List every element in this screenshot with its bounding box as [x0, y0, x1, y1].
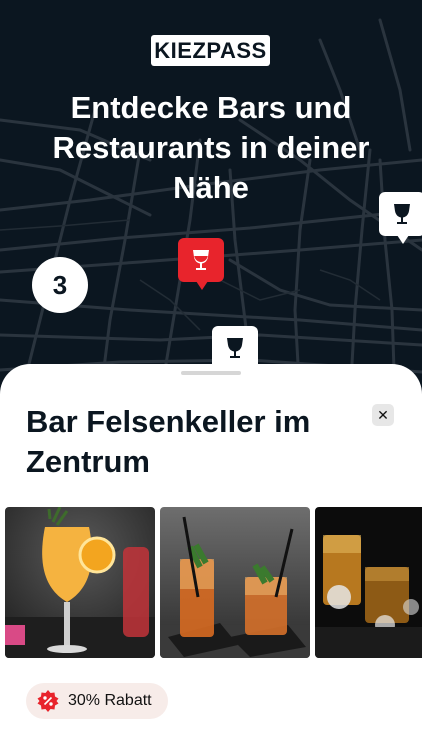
map-cluster[interactable]: 3 [32, 257, 88, 313]
orange-cocktail-photo[interactable] [5, 507, 155, 658]
venue-bottom-sheet[interactable]: Bar Felsenkeller im Zentrum ✕ 30% Rabatt [0, 364, 422, 750]
map-pin-selected[interactable] [178, 238, 224, 290]
discount-badge: 30% Rabatt [26, 683, 168, 719]
close-icon[interactable]: ✕ [372, 404, 394, 426]
discount-label: 30% Rabatt [68, 692, 152, 709]
wine-glass-icon [227, 338, 243, 358]
headline: Entdecke Bars und Restaurants in deiner … [52, 90, 370, 205]
wine-glass-icon [394, 204, 410, 224]
whiskey-glasses-photo[interactable] [315, 507, 422, 658]
discount-badge-icon [37, 690, 59, 712]
map[interactable]: KIEZPASS Entdecke Bars und Restaurants i… [0, 0, 422, 400]
sheet-drag-handle[interactable] [181, 371, 241, 375]
map-pin-bar[interactable] [379, 192, 422, 244]
venue-title: Bar Felsenkeller im Zentrum [26, 404, 311, 479]
wine-glass-icon [193, 250, 209, 270]
two-cocktails-photo[interactable] [160, 507, 310, 658]
kiezpass-logo: KIEZPASS [151, 35, 270, 66]
